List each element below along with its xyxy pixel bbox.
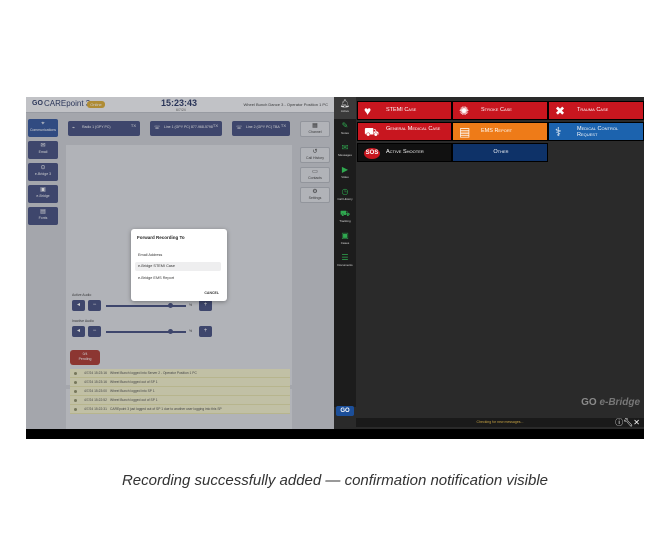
- ambulance-icon: ⛟: [339, 209, 351, 218]
- go-logo: GO: [336, 406, 354, 416]
- bell-icon: 🔔︎: [339, 99, 351, 108]
- ebridge-brand: GO e-Bridge: [581, 397, 640, 408]
- sidebar-item-tracking[interactable]: ⛟ Tracking: [334, 207, 356, 229]
- stroke-case-button[interactable]: ✺ Stroke Case: [452, 101, 548, 120]
- sidebar-item-messages[interactable]: ✉ Messages: [334, 141, 356, 163]
- sidebar-item-notes[interactable]: ✎ Notes: [334, 119, 356, 141]
- info-icon[interactable]: ⓘ: [615, 418, 623, 427]
- video-icon: ▶: [341, 165, 349, 174]
- mail-icon: ✉: [341, 143, 349, 152]
- ebridge-window: 🔔︎ Active ✎ Notes ✉ Messages ▶ Video ◷ Call H…: [334, 97, 644, 439]
- option-ebridge-stemi-case[interactable]: e-Bridge STEMI Case: [135, 262, 221, 271]
- medical-control-request-button[interactable]: ⚕ Medical Control Request: [548, 122, 644, 141]
- option-email-address[interactable]: Email Address: [135, 251, 221, 260]
- active-shooter-button[interactable]: SOS Active Shooter: [357, 143, 452, 162]
- screen-bottom-strip: [26, 429, 644, 439]
- cancel-button[interactable]: CANCEL: [204, 291, 219, 295]
- sidebar-item-call-history[interactable]: ◷ Call History: [334, 185, 356, 207]
- stemi-case-button[interactable]: ♥ STEMI Case: [357, 101, 452, 120]
- sidebar-item-documents[interactable]: ☰ Documents: [334, 251, 356, 273]
- heart-icon: ♥: [364, 104, 372, 118]
- close-icon[interactable]: ✕: [633, 418, 640, 427]
- tools-icons: ⓘ🔧︎✕: [615, 417, 640, 428]
- caption: Recording successfully added — confirmat…: [121, 472, 549, 489]
- sidebar-item-active[interactable]: 🔔︎ Active: [334, 97, 356, 119]
- wrench-icon[interactable]: 🔧︎: [623, 418, 633, 427]
- list-icon: ☰: [341, 253, 349, 262]
- dialog-title: Forward Recording To: [137, 235, 185, 240]
- ebridge-status: Checking for new messages...: [356, 418, 644, 427]
- sidebar-item-video[interactable]: ▶ Video: [334, 163, 356, 185]
- cases-icon: ▣: [341, 231, 349, 240]
- other-button[interactable]: Other: [452, 143, 548, 162]
- report-icon: ▤: [459, 125, 471, 139]
- brain-icon: ✺: [459, 104, 470, 118]
- sidebar-item-cases[interactable]: ▣ Cases: [334, 229, 356, 251]
- carepoint-window: GO CAREpoint 3 Online 15:23:43 6/7/24 Wh…: [26, 97, 334, 439]
- bandage-icon: ✖: [555, 104, 566, 118]
- screenshot-stage: GO CAREpoint 3 Online 15:23:43 6/7/24 Wh…: [0, 0, 670, 536]
- sos-icon: SOS: [364, 148, 380, 159]
- trauma-case-button[interactable]: ✖ Trauma Case: [548, 101, 644, 120]
- general-medical-case-button[interactable]: ⛟ General Medical Case: [357, 122, 452, 141]
- ems-report-button[interactable]: ▤ EMS Report: [452, 122, 548, 141]
- forward-recording-dialog: Forward Recording To Email Address e-Bri…: [131, 229, 227, 301]
- ebridge-sidebar: 🔔︎ Active ✎ Notes ✉ Messages ▶ Video ◷ Call H…: [334, 97, 356, 407]
- clock-icon: ◷: [341, 187, 349, 196]
- ambulance-icon: ⛟: [364, 125, 380, 139]
- option-ebridge-ems-report[interactable]: e-Bridge EMS Report: [135, 274, 221, 283]
- stethoscope-icon: ⚕: [555, 125, 562, 139]
- notes-icon: ✎: [341, 121, 349, 130]
